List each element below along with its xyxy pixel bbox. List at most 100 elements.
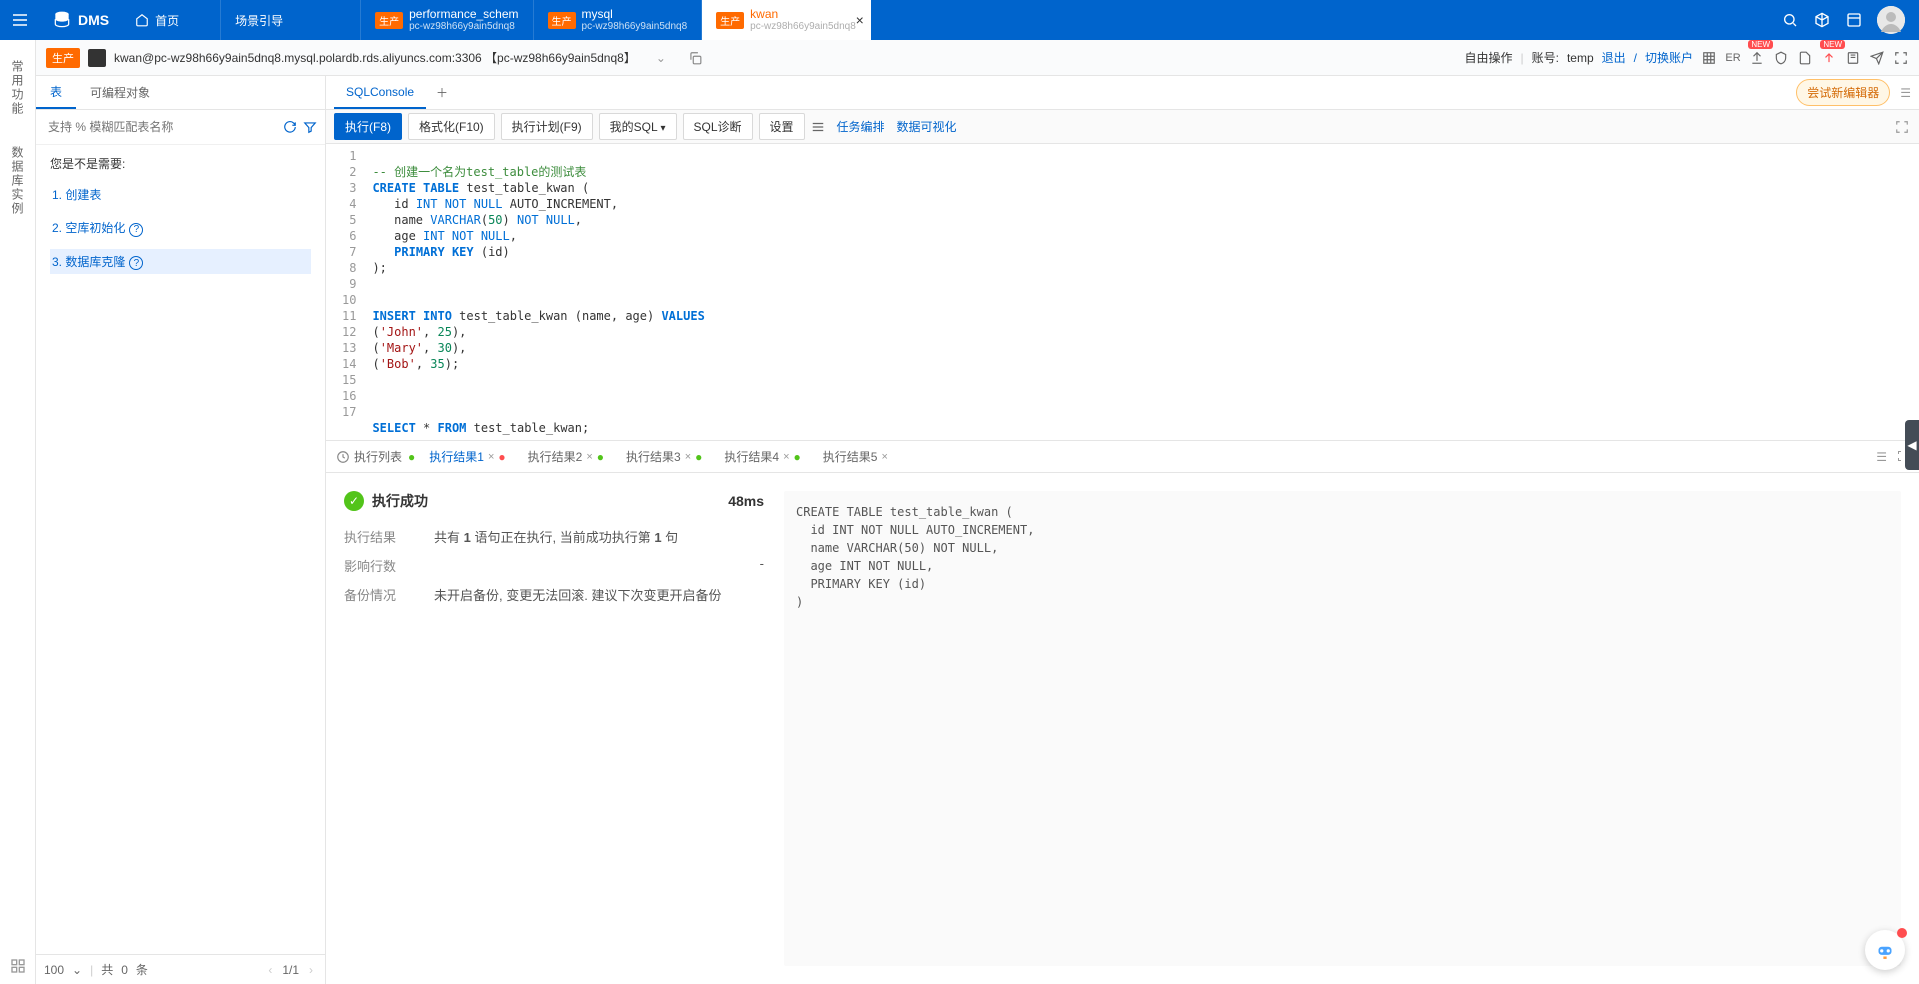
main-area: 常用功能 数据库实例 生产 kwan@pc-wz98h66y9ain5dnq8.… bbox=[0, 40, 1919, 984]
close-icon[interactable]: × bbox=[685, 451, 691, 463]
rail-common[interactable]: 常用功能 bbox=[9, 60, 26, 116]
grid-icon[interactable] bbox=[1701, 50, 1717, 66]
avatar[interactable] bbox=[1877, 6, 1905, 34]
run-button[interactable]: 执行(F8) bbox=[334, 113, 402, 140]
help-icon[interactable]: ? bbox=[129, 256, 143, 270]
chatbot-widget[interactable] bbox=[1865, 930, 1905, 970]
send-icon[interactable] bbox=[1869, 50, 1885, 66]
breadcrumb: 生产 kwan@pc-wz98h66y9ain5dnq8.mysql.polar… bbox=[36, 40, 1919, 76]
settings-button[interactable]: 设置 bbox=[759, 113, 805, 140]
upload-icon[interactable]: NEW bbox=[1821, 50, 1837, 66]
tab-tables[interactable]: 表 bbox=[36, 76, 76, 109]
tab-mysql[interactable]: 生产 mysql pc-wz98h66y9ain5dnq8 bbox=[534, 0, 703, 40]
format-button[interactable]: 格式化(F10) bbox=[408, 113, 495, 140]
close-icon[interactable]: × bbox=[586, 451, 592, 463]
brand: DMS bbox=[40, 10, 121, 30]
opt-clone[interactable]: 3. 数据库克隆? bbox=[50, 249, 311, 275]
menu-icon[interactable]: ☰ bbox=[1900, 86, 1911, 100]
sidebar-body: 您是不是需要: 1. 创建表 2. 空库初始化? 3. 数据库克隆? bbox=[36, 145, 325, 954]
history-button[interactable]: 执行列表 bbox=[336, 448, 402, 465]
chevron-down-icon[interactable]: ⌄ bbox=[72, 963, 82, 977]
viz-link[interactable]: 数据可视化 bbox=[897, 118, 957, 135]
env-badge: 生产 bbox=[716, 12, 744, 29]
result-tab-3[interactable]: 执行结果3×● bbox=[618, 448, 710, 465]
next-page[interactable]: › bbox=[305, 963, 317, 977]
tab-title: kwan bbox=[750, 7, 856, 21]
setting-bars-icon[interactable] bbox=[811, 120, 825, 134]
header-right bbox=[1767, 6, 1919, 34]
tab-programmable[interactable]: 可编程对象 bbox=[76, 76, 164, 109]
task-link[interactable]: 任务编排 bbox=[837, 118, 885, 135]
result-tab-5[interactable]: 执行结果5× bbox=[815, 448, 896, 465]
code-body[interactable]: -- 创建一个名为test_table的测试表 CREATE TABLE tes… bbox=[364, 144, 1919, 440]
opt-create-table[interactable]: 1. 创建表 bbox=[50, 182, 311, 207]
status-ok-icon: ● bbox=[695, 450, 702, 464]
cube-icon[interactable] bbox=[1813, 11, 1831, 29]
expand-icon[interactable] bbox=[1895, 120, 1909, 134]
menu-button[interactable] bbox=[0, 0, 40, 40]
results-area: 执行列表 ● 执行结果1×● 执行结果2×● 执行结果3×● 执行结果4×● 执… bbox=[326, 440, 1919, 984]
tab-perf-schema[interactable]: 生产 performance_schem pc-wz98h66y9ain5dnq… bbox=[361, 0, 533, 40]
breadcrumb-right: 自由操作 | 账号: temp 退出 / 切换账户 ER NEW NEW bbox=[1464, 49, 1909, 66]
status-error-icon: ● bbox=[498, 450, 505, 464]
code-editor[interactable]: 1234567891011121314151617 -- 创建一个名为test_… bbox=[326, 144, 1919, 440]
plan-button[interactable]: 执行计划(F9) bbox=[501, 113, 593, 140]
rail-db-instance[interactable]: 数据库实例 bbox=[9, 146, 26, 216]
prev-page[interactable]: ‹ bbox=[264, 963, 276, 977]
tab-scene[interactable]: 场景引导 bbox=[221, 0, 361, 40]
count-suffix: 条 bbox=[136, 961, 148, 978]
close-icon[interactable]: × bbox=[783, 451, 789, 463]
sidebar: 表 可编程对象 您是不是需要: 1. 创建表 2. 空库初始化? 3. 数据库克… bbox=[36, 76, 326, 984]
logout-link[interactable]: 退出 bbox=[1602, 49, 1626, 66]
opt-init-empty[interactable]: 2. 空库初始化? bbox=[50, 215, 311, 241]
result-tab-2[interactable]: 执行结果2×● bbox=[520, 448, 612, 465]
success-icon: ✓ bbox=[344, 491, 364, 511]
rail-grid-icon[interactable] bbox=[10, 958, 26, 974]
close-icon[interactable]: × bbox=[488, 451, 494, 463]
fullscreen-icon[interactable] bbox=[1893, 50, 1909, 66]
refresh-icon[interactable] bbox=[283, 120, 297, 134]
result-status: ✓ 执行成功 48ms bbox=[344, 491, 764, 511]
box-icon[interactable] bbox=[1845, 11, 1863, 29]
result-sql-echo: CREATE TABLE test_table_kwan ( id INT NO… bbox=[784, 491, 1901, 966]
try-new-editor-button[interactable]: 尝试新编辑器 bbox=[1796, 79, 1890, 106]
search-input[interactable] bbox=[44, 116, 277, 138]
new-badge: NEW bbox=[1820, 40, 1845, 49]
result-tab-4[interactable]: 执行结果4×● bbox=[716, 448, 808, 465]
results-summary: ✓ 执行成功 48ms 执行结果 共有 1 语句正在执行, 当前成功执行第 1 … bbox=[344, 491, 764, 966]
row-backup: 备份情况 未开启备份, 变更无法回滚. 建议下次变更开启备份 bbox=[344, 585, 764, 604]
page-size[interactable]: 100 bbox=[44, 963, 64, 977]
er-icon[interactable]: ER bbox=[1725, 50, 1741, 66]
book-icon[interactable] bbox=[1845, 50, 1861, 66]
export-icon[interactable]: NEW bbox=[1749, 50, 1765, 66]
tab-title: mysql bbox=[582, 7, 688, 21]
close-icon[interactable]: × bbox=[856, 12, 864, 28]
tab-kwan[interactable]: 生产 kwan pc-wz98h66y9ain5dnq8 × bbox=[702, 0, 871, 40]
mysql-button[interactable]: 我的SQL bbox=[599, 113, 677, 140]
close-icon[interactable]: × bbox=[881, 451, 887, 463]
shield-icon[interactable] bbox=[1773, 50, 1789, 66]
filter-icon[interactable] bbox=[303, 120, 317, 134]
result-tab-1[interactable]: 执行结果1×● bbox=[421, 448, 513, 465]
list-icon[interactable]: ☰ bbox=[1876, 450, 1887, 464]
side-drawer-handle[interactable]: ◀ bbox=[1905, 420, 1919, 470]
tab-sqlconsole[interactable]: SQLConsole bbox=[334, 76, 426, 109]
chevron-down-icon[interactable]: ⌄ bbox=[648, 51, 674, 65]
add-tab-button[interactable]: ＋ bbox=[426, 84, 458, 101]
clock-icon bbox=[336, 450, 350, 464]
mode-label: 自由操作 bbox=[1464, 49, 1512, 66]
editor-column: SQLConsole ＋ 尝试新编辑器 ☰ 执行(F8) 格式化(F10) 执行… bbox=[326, 76, 1919, 984]
doc-icon[interactable] bbox=[1797, 50, 1813, 66]
tab-home[interactable]: 首页 bbox=[121, 0, 221, 40]
top-header: DMS 首页 场景引导 生产 performance_schem pc-wz98… bbox=[0, 0, 1919, 40]
switch-account-link[interactable]: 切换账户 bbox=[1645, 49, 1693, 66]
copy-icon[interactable] bbox=[682, 51, 708, 65]
diag-button[interactable]: SQL诊断 bbox=[683, 113, 753, 140]
search-icon[interactable] bbox=[1781, 11, 1799, 29]
help-icon[interactable]: ? bbox=[129, 223, 143, 237]
line-gutter: 1234567891011121314151617 bbox=[326, 144, 364, 440]
editor-tabs: SQLConsole ＋ 尝试新编辑器 ☰ bbox=[326, 76, 1919, 110]
account-label: 账号: bbox=[1532, 49, 1559, 66]
tab-title: performance_schem bbox=[409, 7, 518, 21]
tab-scene-label: 场景引导 bbox=[235, 12, 283, 29]
